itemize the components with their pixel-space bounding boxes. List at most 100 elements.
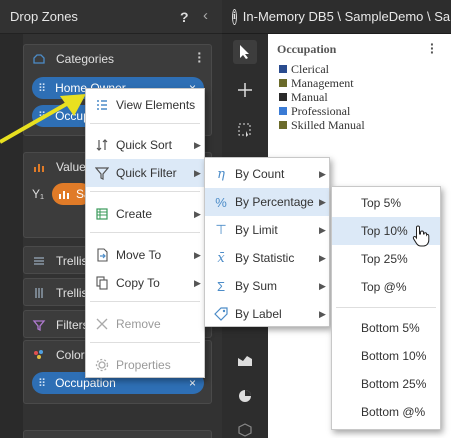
submenu-arrow-icon: ▶ bbox=[319, 252, 326, 263]
submenu-arrow-icon: ▶ bbox=[319, 196, 326, 207]
trellis-rows-icon bbox=[34, 257, 44, 265]
menu-item-properties[interactable]: Properties bbox=[86, 351, 204, 379]
menu-separator bbox=[336, 307, 436, 308]
legend-swatch bbox=[279, 93, 287, 101]
legend-label: Manual bbox=[291, 89, 328, 104]
legend-swatch bbox=[279, 79, 287, 87]
menu-item-label: By Percentage bbox=[235, 195, 314, 209]
menu-item-label: Move To bbox=[116, 248, 162, 262]
menu-item-by-count[interactable]: η By Count ▶ bbox=[205, 160, 329, 188]
extra-zone bbox=[23, 430, 212, 438]
menu-item-label: View Elements bbox=[116, 98, 196, 112]
legend-item[interactable]: Clerical bbox=[279, 62, 329, 76]
menu-item-bottom-at[interactable]: Bottom @% bbox=[332, 398, 440, 426]
select-cursor-icon[interactable] bbox=[233, 40, 257, 64]
cube-icon[interactable] bbox=[233, 418, 257, 438]
legend-swatch bbox=[279, 121, 287, 129]
trellis-rows-label: Trellis bbox=[56, 254, 88, 268]
menu-item-label: Copy To bbox=[116, 276, 160, 290]
values-icon bbox=[34, 164, 44, 172]
filter-icon bbox=[32, 320, 46, 332]
legend-more-icon[interactable]: · · · bbox=[430, 37, 435, 59]
drop-zones-title: Drop Zones bbox=[10, 9, 78, 24]
menu-item-top-25[interactable]: Top 25% bbox=[332, 245, 440, 273]
menu-item-by-statistic[interactable]: x̄ By Statistic ▶ bbox=[205, 244, 329, 272]
menu-separator bbox=[90, 342, 200, 343]
submenu-arrow-icon: ▶ bbox=[194, 208, 201, 219]
menu-item-top-5[interactable]: Top 5% bbox=[332, 189, 440, 217]
area-chart-icon[interactable] bbox=[233, 348, 257, 372]
legend-item[interactable]: Professional bbox=[279, 104, 350, 118]
categories-zone-header: Categories bbox=[24, 45, 211, 73]
info-icon[interactable]: i bbox=[232, 8, 237, 25]
menu-item-label: Bottom @% bbox=[361, 405, 426, 419]
trellis-columns-icon bbox=[35, 288, 43, 298]
remove-icon bbox=[94, 316, 110, 332]
menu-item-label: Top 10% bbox=[361, 224, 408, 238]
menu-item-label: By Statistic bbox=[235, 251, 295, 265]
menu-item-label: Create bbox=[116, 207, 153, 221]
menu-item-top-at[interactable]: Top @% bbox=[332, 273, 440, 301]
menu-item-label: Remove bbox=[116, 317, 161, 331]
breadcrumb[interactable]: In-Memory DB5 \ SampleDemo \ Sal bbox=[243, 9, 451, 24]
sum-icon: Σ bbox=[216, 278, 226, 294]
menu-separator bbox=[90, 301, 200, 302]
menu-item-label: Bottom 10% bbox=[361, 349, 427, 363]
quick-filter-submenu: η By Count ▶ % By Percentage ▶ ⊤ By Limi… bbox=[204, 157, 330, 327]
menu-item-quick-sort[interactable]: Quick Sort ▶ bbox=[86, 131, 204, 159]
menu-item-label: Bottom 5% bbox=[361, 321, 420, 335]
quick-filter-icon bbox=[94, 165, 110, 181]
menu-item-by-sum[interactable]: Σ By Sum ▶ bbox=[205, 272, 329, 300]
submenu-arrow-icon: ▶ bbox=[319, 168, 326, 179]
pie-chart-icon[interactable] bbox=[233, 384, 257, 408]
drop-zones-header: Drop Zones ? ‹ bbox=[0, 0, 222, 34]
menu-item-bottom-5[interactable]: Bottom 5% bbox=[332, 314, 440, 342]
menu-item-quick-filter[interactable]: Quick Filter ▶ bbox=[86, 159, 204, 187]
collapse-panel-icon[interactable]: ‹ bbox=[203, 7, 208, 24]
menu-item-by-percentage[interactable]: % By Percentage ▶ bbox=[205, 188, 329, 216]
grip-icon: ⠿ bbox=[38, 377, 46, 390]
help-icon[interactable]: ? bbox=[180, 9, 189, 25]
menu-item-move-to[interactable]: Move To ▶ bbox=[86, 241, 204, 269]
percentage-submenu: Top 5% Top 10% Top 25% Top @% Bottom 5% … bbox=[331, 186, 441, 430]
hand-cursor-icon bbox=[412, 225, 430, 247]
menu-item-label: Quick Filter bbox=[116, 166, 177, 180]
menu-item-label: Bottom 25% bbox=[361, 377, 427, 391]
legend-swatch bbox=[279, 107, 287, 115]
menu-item-copy-to[interactable]: Copy To ▶ bbox=[86, 269, 204, 297]
menu-item-by-label[interactable]: By Label ▶ bbox=[205, 300, 329, 328]
legend-label: Clerical bbox=[291, 61, 329, 76]
menu-item-label: Top @% bbox=[361, 280, 407, 294]
legend-item[interactable]: Skilled Manual bbox=[279, 118, 365, 132]
categories-more-icon[interactable]: · · · bbox=[197, 46, 202, 68]
trellis-columns-label: Trellis bbox=[56, 286, 88, 300]
menu-item-label: Quick Sort bbox=[116, 138, 173, 152]
menu-item-top-10[interactable]: Top 10% bbox=[332, 217, 440, 247]
box-select-icon[interactable] bbox=[233, 118, 257, 142]
menu-item-by-limit[interactable]: ⊤ By Limit ▶ bbox=[205, 216, 329, 244]
menu-item-bottom-25[interactable]: Bottom 25% bbox=[332, 370, 440, 398]
menu-separator bbox=[90, 191, 200, 192]
quick-sort-icon bbox=[94, 137, 110, 153]
legend-label: Skilled Manual bbox=[291, 117, 365, 132]
submenu-arrow-icon: ▶ bbox=[194, 167, 201, 178]
menu-item-remove[interactable]: Remove bbox=[86, 310, 204, 338]
color-label: Color bbox=[56, 348, 85, 362]
submenu-arrow-icon: ▶ bbox=[319, 280, 326, 291]
menu-item-label: Top 5% bbox=[361, 196, 402, 210]
breadcrumb-bar: i In-Memory DB5 \ SampleDemo \ Sal bbox=[222, 0, 451, 34]
filters-label: Filters bbox=[56, 318, 89, 332]
context-menu: View Elements Quick Sort ▶ Quick Filter … bbox=[85, 88, 205, 378]
bar-chart-icon bbox=[59, 191, 69, 199]
menu-item-bottom-10[interactable]: Bottom 10% bbox=[332, 342, 440, 370]
view-elements-icon bbox=[94, 97, 110, 113]
menu-item-create[interactable]: Create ▶ bbox=[86, 200, 204, 228]
copy-to-icon bbox=[94, 275, 110, 291]
submenu-arrow-icon: ▶ bbox=[194, 139, 201, 150]
submenu-arrow-icon: ▶ bbox=[319, 308, 326, 319]
legend-item[interactable]: Management bbox=[279, 76, 354, 90]
legend-item[interactable]: Manual bbox=[279, 90, 328, 104]
menu-separator bbox=[90, 232, 200, 233]
menu-item-view-elements[interactable]: View Elements bbox=[86, 91, 204, 119]
crosshair-icon[interactable] bbox=[233, 78, 257, 102]
